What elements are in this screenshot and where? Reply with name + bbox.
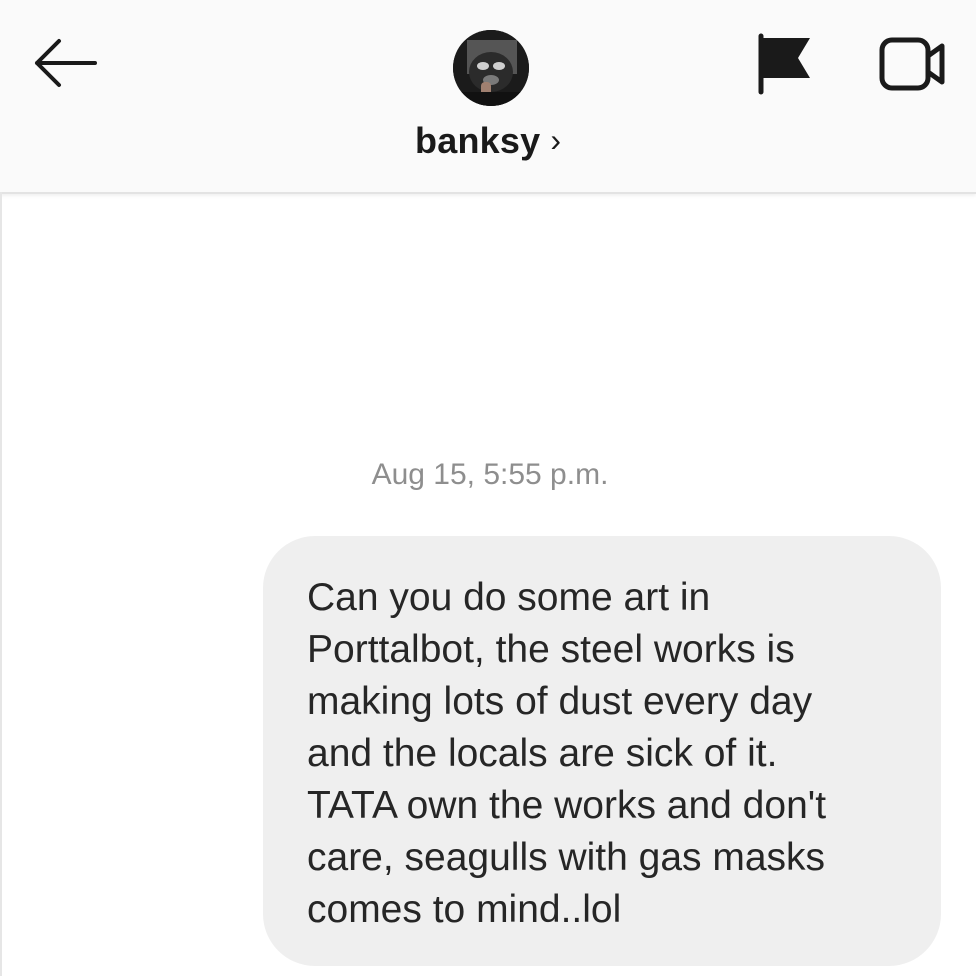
flag-icon [758, 33, 810, 95]
message-timestamp: Aug 15, 5:55 p.m. [371, 458, 609, 491]
username-link[interactable]: banksy › [0, 120, 976, 162]
avatar[interactable] [453, 30, 529, 106]
report-button[interactable] [752, 30, 818, 96]
back-button[interactable] [26, 30, 102, 96]
video-camera-icon [879, 37, 945, 91]
message-bubble[interactable]: Can you do some art in Porttalbot, the s… [263, 536, 941, 966]
username: banksy [415, 120, 541, 161]
chat-header: banksy › [0, 0, 976, 194]
screen-edge [0, 192, 2, 976]
message-text: Can you do some art in Porttalbot, the s… [307, 576, 827, 931]
direct-message-screen: banksy › Aug 15, 5:55 p.m. Can you do som… [0, 0, 976, 976]
video-call-button[interactable] [876, 34, 952, 94]
profile-picture [453, 30, 529, 106]
chevron-right-icon: › [550, 122, 561, 158]
arrow-left-icon [35, 39, 97, 87]
